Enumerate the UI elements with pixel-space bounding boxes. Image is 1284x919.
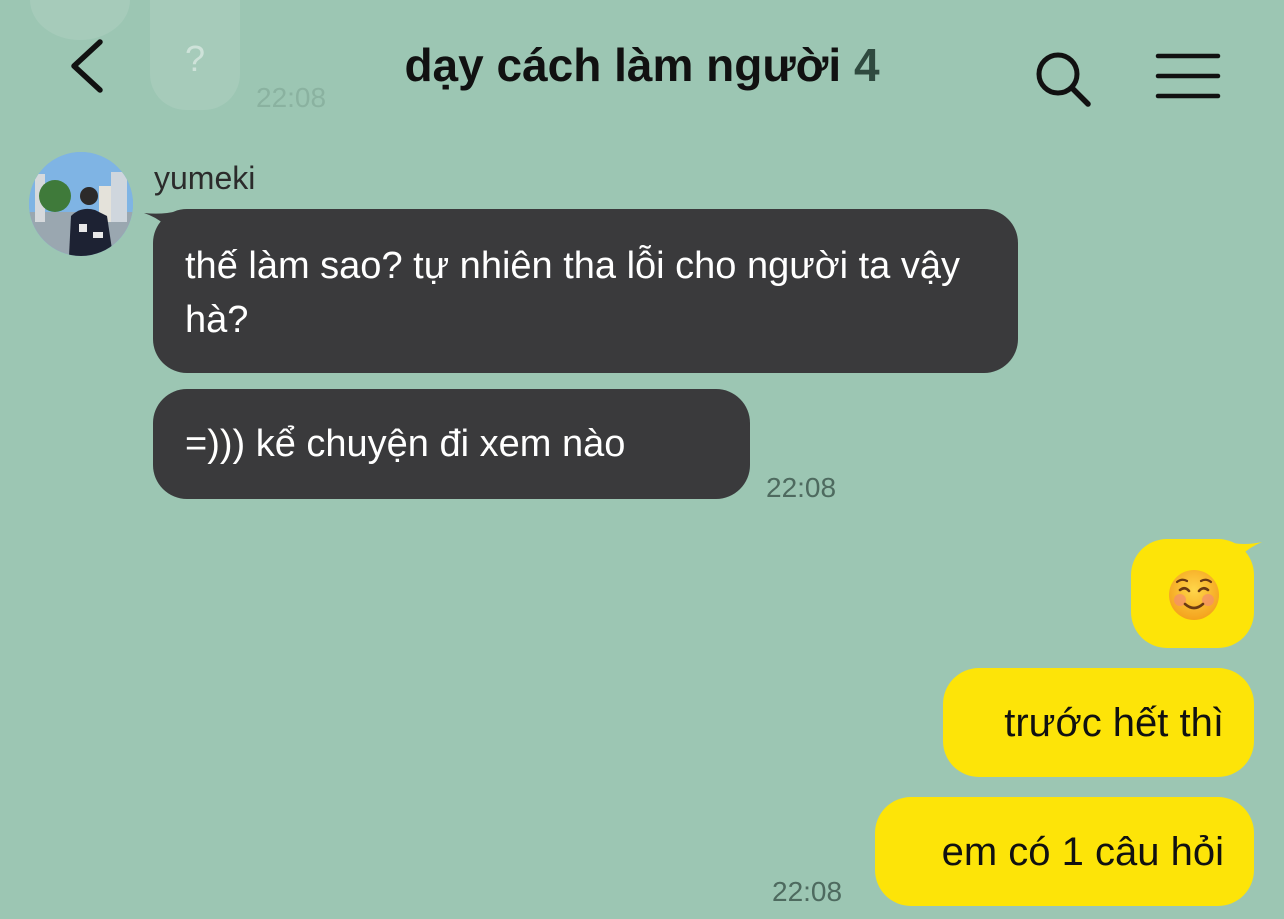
sender-avatar[interactable] xyxy=(29,152,133,256)
incoming-message-text: thế làm sao? tự nhiên tha lỗi cho người … xyxy=(185,245,961,341)
search-icon xyxy=(1036,52,1091,107)
sender-name: yumeki xyxy=(154,160,256,196)
incoming-message-text: =))) kể chuyện đi xem nào xyxy=(185,423,626,465)
outgoing-message-bubble[interactable]: em có 1 câu hỏi xyxy=(875,797,1254,906)
smiling-face-icon xyxy=(1169,570,1219,620)
chat-title-text: dạy cách làm người xyxy=(404,39,842,91)
search-button[interactable] xyxy=(1032,48,1096,112)
outgoing-timestamp: 22:08 xyxy=(772,876,843,907)
avatar-photo xyxy=(29,152,133,256)
incoming-message-bubble[interactable]: =))) kể chuyện đi xem nào xyxy=(153,389,750,499)
faded-previous-bubble: ? xyxy=(150,0,240,110)
faded-previous-text: ? xyxy=(184,38,206,79)
hamburger-menu-icon xyxy=(1155,53,1221,99)
chat-title: dạy cách làm người 4 xyxy=(250,38,1034,92)
incoming-timestamp: 22:08 xyxy=(766,472,837,503)
outgoing-message-bubble[interactable]: trước hết thì xyxy=(943,668,1254,777)
chat-header: ? 22:08 dạy cách làm người 4 xyxy=(0,0,1284,140)
outgoing-message-text: em có 1 câu hỏi xyxy=(941,830,1224,874)
member-count: 4 xyxy=(853,39,880,91)
incoming-message-bubble[interactable]: thế làm sao? tự nhiên tha lỗi cho người … xyxy=(153,209,1018,373)
chevron-left-icon xyxy=(71,39,103,93)
back-button[interactable] xyxy=(56,30,120,102)
menu-button[interactable] xyxy=(1154,50,1224,102)
outgoing-message-text: trước hết thì xyxy=(1004,701,1224,745)
